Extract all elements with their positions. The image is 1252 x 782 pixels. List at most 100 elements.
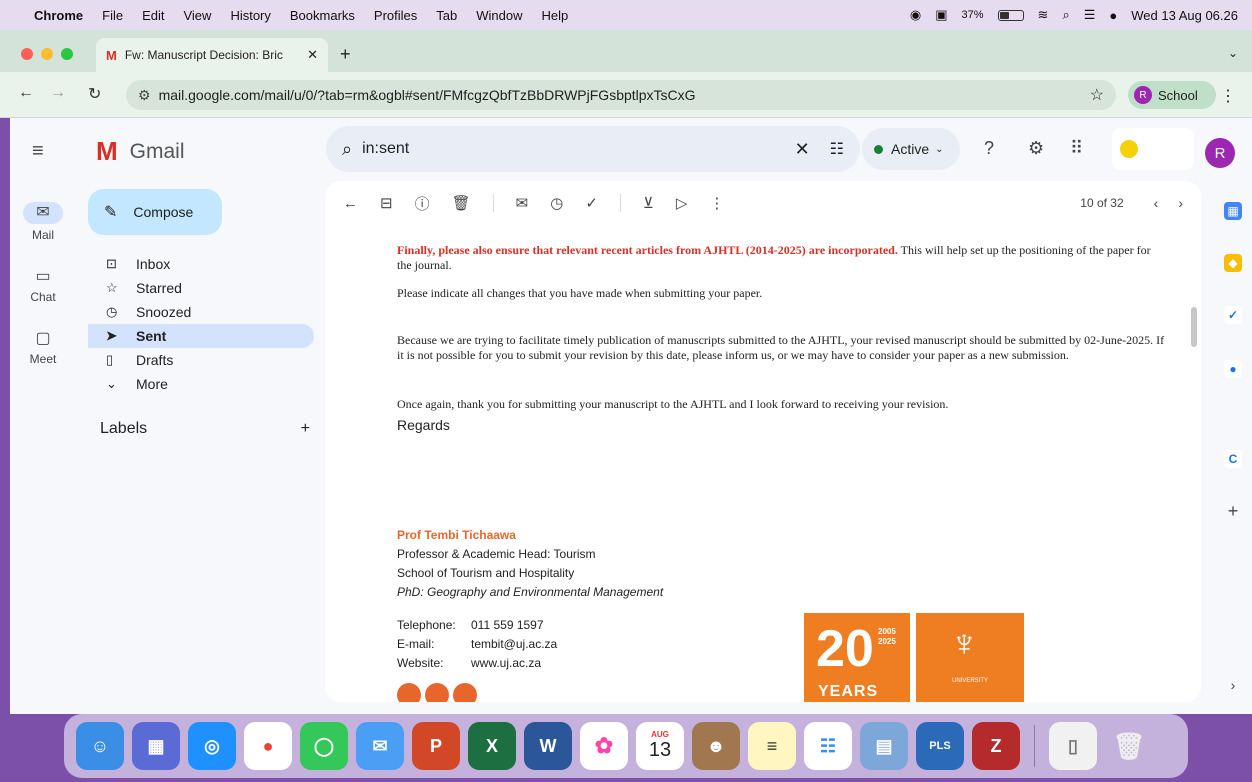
chrome-icon[interactable]: ● bbox=[244, 722, 292, 770]
menu-file[interactable]: File bbox=[102, 8, 123, 23]
website-value[interactable]: www.uj.ac.za bbox=[471, 654, 541, 673]
finder-icon[interactable]: ☺ bbox=[76, 722, 124, 770]
zoom-window-button[interactable] bbox=[61, 48, 73, 60]
safari-icon[interactable]: ◎ bbox=[188, 722, 236, 770]
email-value[interactable]: tembit@uj.ac.za bbox=[471, 635, 557, 654]
archive-icon[interactable]: ⊟ bbox=[380, 194, 393, 212]
reload-icon[interactable]: ↻ bbox=[88, 84, 101, 104]
twitter-icon[interactable] bbox=[425, 683, 449, 702]
keep-icon[interactable]: ◆ bbox=[1224, 254, 1242, 272]
scrollbar-thumb[interactable] bbox=[1191, 307, 1197, 347]
status-selector[interactable]: Active ⌄ bbox=[862, 128, 960, 170]
mail-app-icon[interactable]: ✉ bbox=[356, 722, 404, 770]
nav-more[interactable]: ⌄ More bbox=[88, 372, 314, 396]
launchpad-icon[interactable]: ▦ bbox=[132, 722, 180, 770]
snooze-icon[interactable]: ◷ bbox=[550, 194, 563, 212]
close-window-button[interactable] bbox=[21, 48, 33, 60]
menu-history[interactable]: History bbox=[230, 8, 270, 23]
address-bar[interactable]: ⚙ mail.google.com/mail/u/0/?tab=rm&ogbl#… bbox=[126, 80, 1116, 110]
excel-icon[interactable]: X bbox=[468, 722, 516, 770]
menu-profiles[interactable]: Profiles bbox=[374, 8, 417, 23]
mark-unread-icon[interactable]: ✉ bbox=[516, 194, 529, 212]
spotlight-icon[interactable]: ⌕ bbox=[1062, 7, 1069, 23]
settings-gear-icon[interactable]: ⚙ bbox=[1028, 138, 1044, 159]
report-spam-icon[interactable]: ⓘ bbox=[415, 193, 430, 214]
menu-bookmarks[interactable]: Bookmarks bbox=[290, 8, 355, 23]
profile-button[interactable]: R School bbox=[1128, 81, 1216, 109]
screen-record-icon[interactable]: ◉ bbox=[910, 7, 921, 23]
help-icon[interactable]: ? bbox=[984, 138, 994, 159]
contacts-app-icon[interactable]: ☻ bbox=[692, 722, 740, 770]
facebook-icon[interactable] bbox=[397, 683, 421, 702]
battery-icon[interactable] bbox=[997, 9, 1024, 21]
add-label-icon[interactable]: + bbox=[301, 420, 310, 438]
status-app-icon[interactable]: ▣ bbox=[935, 7, 947, 23]
forward-icon[interactable]: → bbox=[50, 84, 66, 102]
browser-tab[interactable]: M Fw: Manuscript Decision: Bric ✕ bbox=[96, 38, 328, 72]
pls-app-icon[interactable]: PLS bbox=[916, 722, 964, 770]
site-info-icon[interactable]: ⚙ bbox=[138, 87, 151, 104]
more-actions-icon[interactable]: ⋮ bbox=[709, 194, 724, 212]
reminders-icon[interactable]: ☷ bbox=[804, 722, 852, 770]
rail-meet[interactable]: ▢ Meet bbox=[16, 328, 70, 366]
nav-inbox[interactable]: ⊡ Inbox bbox=[88, 252, 314, 276]
contacts-icon[interactable]: ● bbox=[1224, 360, 1242, 378]
nav-starred[interactable]: ☆ Starred bbox=[88, 276, 314, 300]
notes-icon[interactable]: ≡ bbox=[748, 722, 796, 770]
menu-tab[interactable]: Tab bbox=[436, 8, 457, 23]
menu-help[interactable]: Help bbox=[542, 8, 569, 23]
new-tab-icon[interactable]: + bbox=[340, 44, 351, 65]
apps-grid-icon[interactable]: ⠿ bbox=[1070, 138, 1083, 159]
show-side-panel-icon[interactable]: › bbox=[1224, 676, 1242, 694]
rail-mail[interactable]: ✉ Mail bbox=[16, 202, 70, 242]
older-message-icon[interactable]: › bbox=[1178, 195, 1183, 211]
preview-icon[interactable]: ▤ bbox=[860, 722, 908, 770]
delete-icon[interactable]: 🗑 bbox=[452, 194, 471, 212]
compose-button[interactable]: ✎ Compose bbox=[88, 189, 222, 235]
linkedin-icon[interactable] bbox=[453, 683, 477, 702]
control-center-icon[interactable]: ☰ bbox=[1084, 7, 1096, 23]
siri-icon[interactable]: ● bbox=[1109, 8, 1117, 23]
clear-search-icon[interactable]: ✕ bbox=[795, 139, 810, 160]
search-options-icon[interactable]: ☷ bbox=[830, 139, 844, 159]
move-to-icon[interactable]: ⊻ bbox=[643, 194, 654, 212]
newer-message-icon[interactable]: ‹ bbox=[1154, 195, 1159, 211]
nav-snoozed[interactable]: ◷ Snoozed bbox=[88, 300, 314, 324]
powerpoint-icon[interactable]: P bbox=[412, 722, 460, 770]
calendar-icon[interactable]: ▦ bbox=[1224, 202, 1242, 220]
bookmark-star-icon[interactable]: ☆ bbox=[1090, 85, 1104, 105]
search-input[interactable]: in:sent bbox=[362, 140, 409, 158]
minimize-window-button[interactable] bbox=[41, 48, 53, 60]
rail-chat[interactable]: ▭ Chat bbox=[16, 266, 70, 304]
back-to-list-icon[interactable]: ← bbox=[343, 195, 358, 212]
tab-search-icon[interactable]: ⌄ bbox=[1228, 46, 1238, 60]
chrome-menu-icon[interactable]: ⋮ bbox=[1220, 86, 1236, 106]
zotero-icon[interactable]: Z bbox=[972, 722, 1020, 770]
calendar-app-icon[interactable]: AUG 13 bbox=[636, 722, 684, 770]
document-icon[interactable]: ▯ bbox=[1049, 722, 1097, 770]
menu-clock[interactable]: Wed 13 Aug 06.26 bbox=[1131, 8, 1238, 23]
search-icon[interactable]: ⌕ bbox=[342, 139, 352, 160]
menu-app-name[interactable]: Chrome bbox=[34, 8, 83, 23]
wifi-icon[interactable]: ≋ bbox=[1038, 7, 1049, 23]
get-addons-icon[interactable]: + bbox=[1224, 502, 1242, 520]
addon-icon[interactable]: C bbox=[1224, 450, 1242, 468]
back-icon[interactable]: ← bbox=[18, 84, 34, 102]
account-promo[interactable] bbox=[1112, 128, 1194, 170]
word-icon[interactable]: W bbox=[524, 722, 572, 770]
messages-icon[interactable]: ◯ bbox=[300, 722, 348, 770]
search-bar[interactable]: ⌕ in:sent ✕ ☷ bbox=[326, 126, 860, 172]
main-menu-icon[interactable]: ≡ bbox=[32, 140, 44, 163]
trash-icon[interactable]: 🗑 bbox=[1105, 722, 1153, 770]
nav-drafts[interactable]: ▯ Drafts bbox=[88, 348, 314, 372]
photos-icon[interactable]: ✿ bbox=[580, 722, 628, 770]
tasks-icon[interactable]: ✓ bbox=[1224, 306, 1242, 324]
gmail-logo[interactable]: M Gmail bbox=[96, 136, 185, 167]
label-icon[interactable]: ▷ bbox=[676, 194, 688, 212]
close-tab-icon[interactable]: ✕ bbox=[307, 47, 318, 63]
menu-window[interactable]: Window bbox=[476, 8, 522, 23]
menu-edit[interactable]: Edit bbox=[142, 8, 164, 23]
menu-view[interactable]: View bbox=[183, 8, 211, 23]
add-task-icon[interactable]: ✓ bbox=[585, 194, 598, 212]
nav-sent[interactable]: ➤ Sent bbox=[88, 324, 314, 348]
